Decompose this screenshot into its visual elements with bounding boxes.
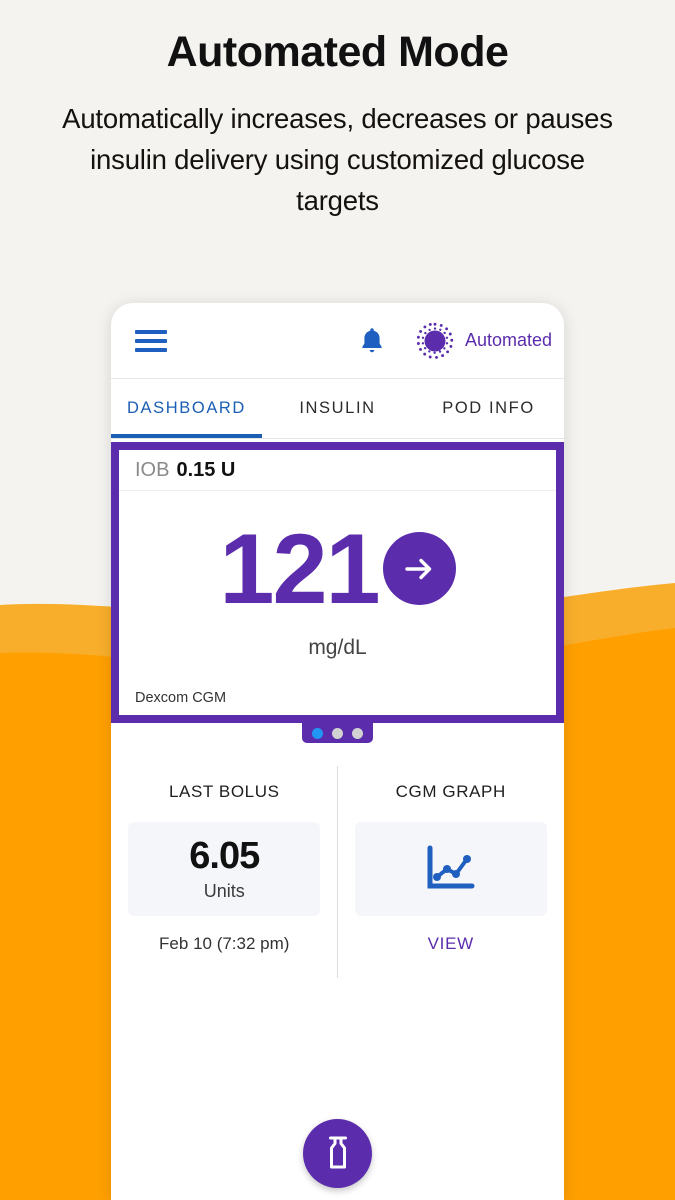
arrow-right-glyph: [405, 558, 432, 579]
page-dot-3[interactable]: [352, 727, 363, 739]
cgm-graph-view-link[interactable]: VIEW: [428, 934, 474, 954]
automated-mode-dial-icon: [416, 322, 454, 359]
stats-divider: [337, 766, 338, 978]
glucose-card[interactable]: IOB 0.15 U 121 mg/dL Dexcom CGM: [111, 442, 564, 723]
app-bar-right: Automated: [359, 319, 552, 363]
promo-screenshot: Automated Mode Automatically increases, …: [0, 0, 675, 1200]
hamburger-menu-icon[interactable]: [135, 329, 167, 352]
iob-value: 0.15 U: [176, 458, 236, 481]
tab-pod-info[interactable]: POD INFO: [413, 379, 564, 438]
bell-icon[interactable]: [359, 326, 385, 356]
tab-insulin[interactable]: INSULIN: [262, 379, 413, 438]
page-subtitle: Automatically increases, decreases or pa…: [62, 103, 613, 216]
glucose-body: 121 mg/dL Dexcom CGM: [119, 491, 556, 715]
automated-mode-chip[interactable]: Automated: [413, 319, 552, 363]
promo-copy: Automated Mode Automatically increases, …: [0, 0, 675, 221]
automated-mode-label: Automated: [464, 330, 552, 350]
cgm-graph-box[interactable]: [354, 822, 547, 916]
glucose-units: mg/dL: [308, 636, 367, 659]
cgm-graph-column: CGM GRAPH VIEW: [338, 746, 565, 986]
page-dot-1[interactable]: [312, 727, 323, 739]
last-bolus-value: 6.05: [189, 834, 260, 877]
insulin-vial-icon: [328, 1136, 347, 1168]
arrow-right-icon[interactable]: [382, 532, 456, 605]
last-bolus-unit: Units: [203, 880, 245, 901]
glucose-reading: 121: [219, 513, 380, 624]
page-title: Automated Mode: [166, 28, 509, 76]
tab-bar: DASHBOARD INSULIN POD INFO: [111, 379, 564, 439]
phone-mockup: Automated DASHBOARD INSULIN POD INFO IOB…: [111, 303, 564, 1200]
page-dot-2[interactable]: [332, 727, 343, 739]
reading-row: 121: [119, 491, 556, 618]
last-bolus-title: LAST BOLUS: [168, 782, 280, 801]
last-bolus-timestamp: Feb 10 (7:32 pm): [159, 934, 290, 953]
iob-row: IOB 0.15 U: [119, 450, 556, 491]
last-bolus-column: LAST BOLUS 6.05 Units Feb 10 (7:32 pm): [111, 746, 338, 986]
app-bar: Automated: [111, 303, 564, 379]
tab-dashboard[interactable]: DASHBOARD: [111, 379, 262, 438]
cgm-graph-title: CGM GRAPH: [395, 782, 506, 801]
last-bolus-box[interactable]: 6.05 Units: [128, 822, 321, 916]
bolus-fab-button[interactable]: [303, 1119, 372, 1188]
cgm-source-label: Dexcom CGM: [135, 690, 227, 706]
iob-label: IOB: [135, 458, 170, 481]
tab-active-underline: [111, 434, 262, 438]
page-indicator: [302, 723, 373, 743]
line-chart-icon: [427, 845, 475, 889]
stats-section: LAST BOLUS 6.05 Units Feb 10 (7:32 pm) C…: [111, 746, 564, 986]
